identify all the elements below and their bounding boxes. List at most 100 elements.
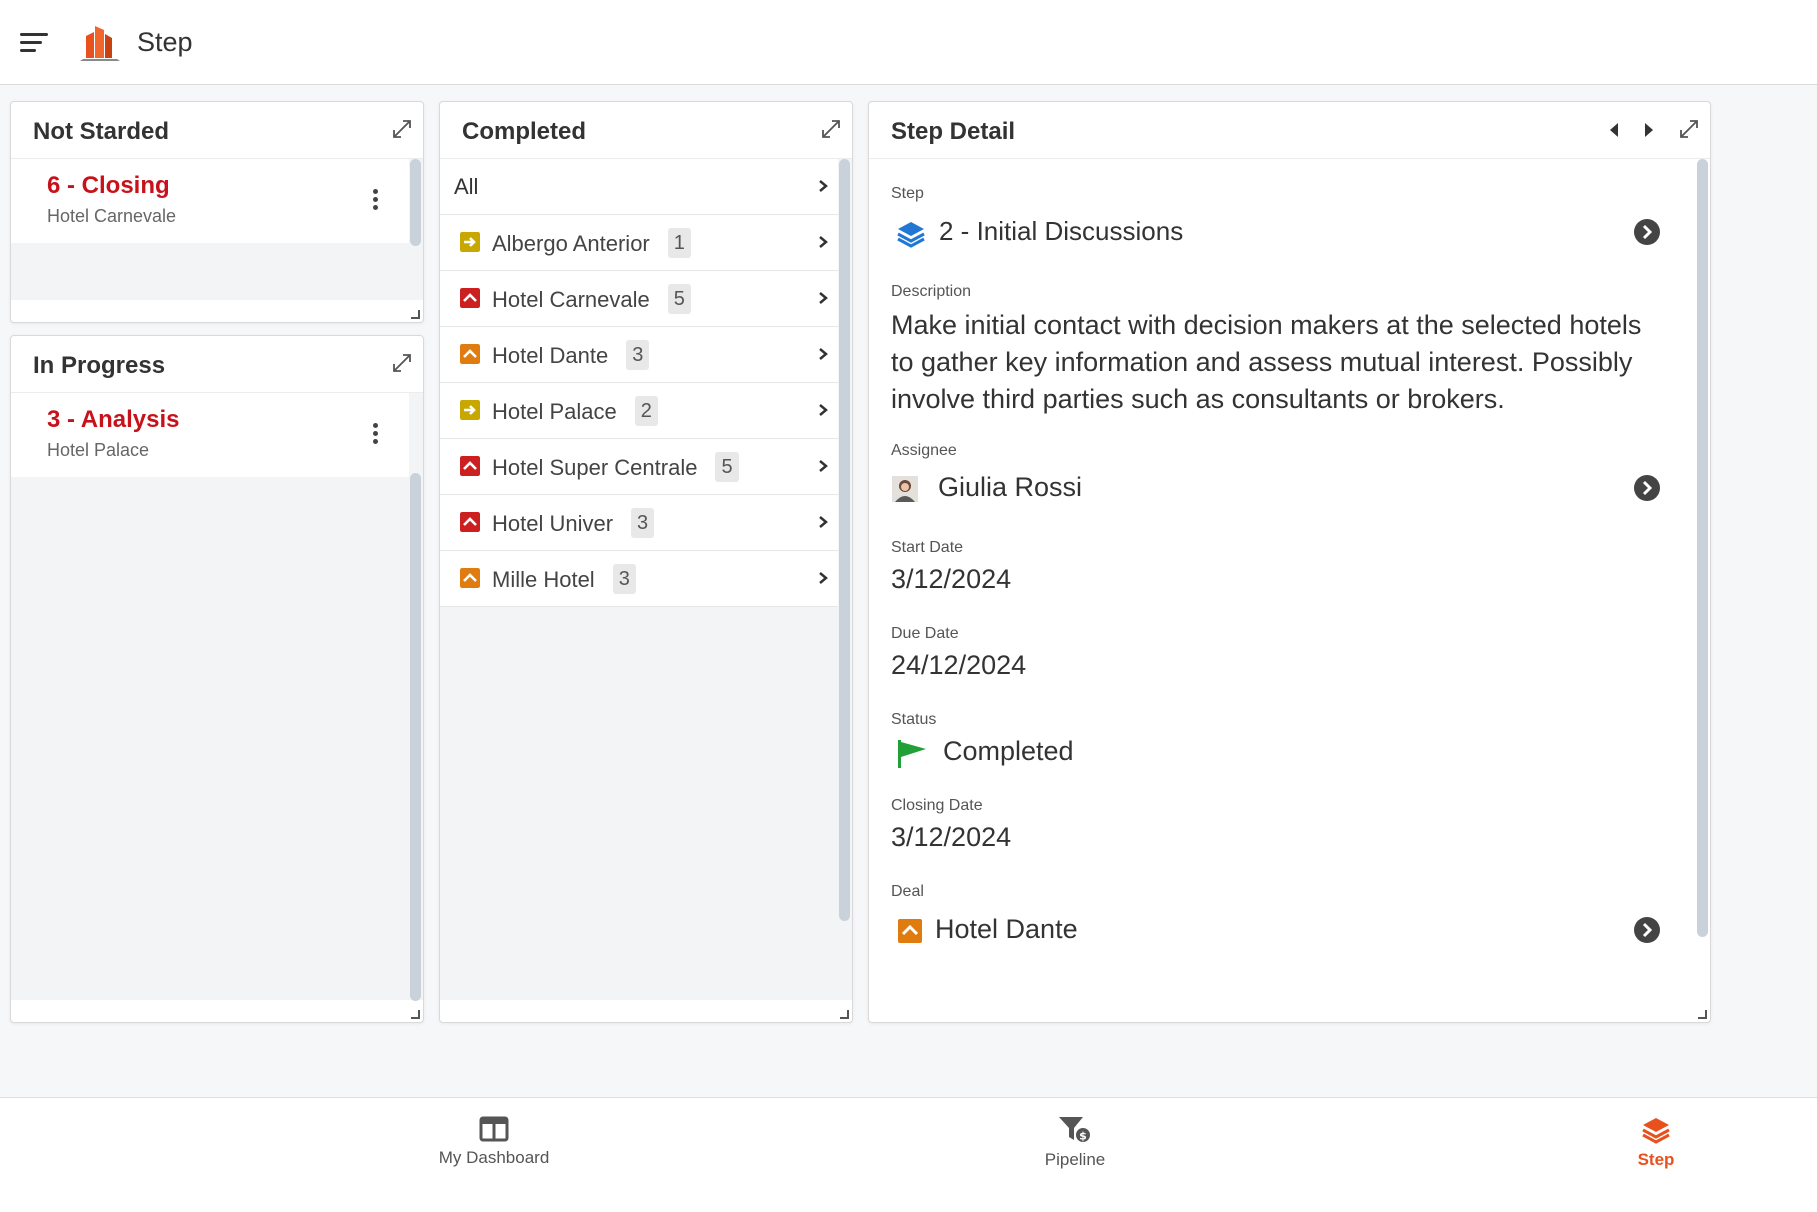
expand-icon[interactable]	[391, 352, 413, 374]
status-value: Completed	[943, 736, 1074, 766]
scrollbar[interactable]	[410, 473, 421, 1001]
scrollbar[interactable]	[839, 159, 850, 921]
completed-panel: Completed All Albergo Anterior 1 Hotel Car…	[439, 101, 853, 1023]
chevron-up-icon	[460, 456, 480, 476]
open-step-icon[interactable]	[1634, 219, 1660, 245]
resize-grip-icon[interactable]	[410, 1009, 420, 1019]
list-item-label: Hotel Super Centrale 5	[492, 452, 739, 484]
next-icon[interactable]	[1643, 122, 1655, 138]
scrollbar[interactable]	[410, 159, 421, 246]
chevron-up-icon	[460, 512, 480, 532]
deal-value: Hotel Dante	[935, 914, 1078, 944]
list-item-name: Hotel Dante	[492, 342, 609, 368]
hamburger-menu-icon[interactable]	[20, 33, 48, 53]
panel-header: Not Starded	[11, 102, 423, 159]
list-item[interactable]: Hotel Super Centrale 5	[440, 439, 838, 495]
expand-icon[interactable]	[1678, 118, 1700, 140]
list-item[interactable]: Hotel Univer 3	[440, 495, 838, 551]
panel-title: Step Detail	[891, 118, 1016, 145]
start-date-value: 3/12/2024	[891, 564, 1012, 594]
list-item-label: Hotel Palace 2	[492, 396, 658, 428]
list-item[interactable]: Mille Hotel 3	[440, 551, 838, 607]
due-date-label: Due Date	[891, 625, 959, 642]
list-item[interactable]: Hotel Carnevale 5	[440, 271, 838, 327]
panel-title: Completed	[462, 118, 587, 145]
more-options-icon[interactable]	[373, 423, 379, 445]
list-item[interactable]: Hotel Dante 3	[440, 327, 838, 383]
list-item-name: Hotel Carnevale	[492, 286, 650, 312]
arrow-right-icon	[460, 232, 480, 252]
panel-title: Not Starded	[33, 118, 170, 145]
layers-icon	[1642, 1118, 1670, 1144]
pipeline-funnel-icon: $	[1059, 1117, 1092, 1144]
chevron-right-icon	[819, 404, 828, 416]
expand-icon[interactable]	[820, 118, 842, 140]
resize-grip-icon[interactable]	[410, 309, 420, 319]
start-date-label: Start Date	[891, 539, 964, 556]
chevron-right-icon	[819, 516, 828, 528]
step-card-subtitle: Hotel Carnevale	[47, 206, 177, 226]
description-label: Description	[891, 283, 972, 300]
top-bar: Step	[0, 0, 1817, 85]
count-badge: 3	[631, 508, 655, 538]
description-value: Make initial contact with decision maker…	[891, 310, 1642, 414]
count-badge: 3	[626, 340, 650, 370]
closing-date-value: 3/12/2024	[891, 822, 1012, 852]
layers-icon	[897, 222, 925, 248]
step-card[interactable]: 3 - Analysis Hotel Palace	[11, 393, 409, 477]
nav-pipeline[interactable]: $ Pipeline	[975, 1116, 1175, 1170]
in-progress-panel: In Progress 3 - Analysis Hotel Palace	[10, 335, 424, 1023]
resize-grip-icon[interactable]	[839, 1009, 849, 1019]
open-deal-icon[interactable]	[1634, 917, 1660, 943]
count-badge: 5	[667, 284, 691, 314]
list-item-name: Albergo Anterior	[492, 230, 650, 256]
chevron-right-icon	[819, 572, 828, 584]
panel-header: In Progress	[11, 336, 423, 393]
assignee-value: Giulia Rossi	[938, 472, 1083, 502]
assignee-label: Assignee	[891, 442, 957, 459]
step-card[interactable]: 6 - Closing Hotel Carnevale	[11, 159, 409, 243]
panel-header: Completed	[440, 102, 852, 159]
panel-title: In Progress	[33, 352, 166, 379]
panel-body: 3 - Analysis Hotel Palace	[11, 393, 423, 1001]
nav-label: My Dashboard	[438, 1148, 550, 1167]
list-item-label: Hotel Carnevale 5	[492, 284, 691, 316]
panel-header: Step Detail	[869, 102, 1710, 159]
nav-my-dashboard[interactable]: My Dashboard	[394, 1116, 594, 1168]
expand-icon[interactable]	[391, 118, 413, 140]
deal-status-icon	[898, 919, 922, 943]
count-badge: 5	[715, 452, 739, 482]
step-card-title: 3 - Analysis	[47, 406, 180, 433]
status-label: Status	[891, 711, 937, 728]
list-item-label: Albergo Anterior 1	[492, 228, 691, 260]
chevron-up-icon	[460, 288, 480, 308]
not-started-panel: Not Starded 6 - Closing Hotel Carnevale	[10, 101, 424, 323]
scrollbar[interactable]	[1697, 159, 1708, 937]
list-item[interactable]: Hotel Palace 2	[440, 383, 838, 439]
arrow-right-icon	[460, 400, 480, 420]
chevron-up-icon	[460, 568, 480, 588]
closing-date-label: Closing Date	[891, 797, 983, 814]
step-value: 2 - Initial Discussions	[939, 216, 1184, 246]
more-options-icon[interactable]	[373, 189, 379, 211]
step-label: Step	[891, 185, 924, 202]
list-item-name: Hotel Super Centrale	[492, 454, 698, 480]
nav-step[interactable]: Step	[1556, 1116, 1756, 1170]
list-item-label: All	[454, 174, 479, 199]
list-item-all[interactable]: All	[440, 159, 838, 215]
count-badge: 1	[667, 228, 691, 258]
list-item-name: Mille Hotel	[492, 566, 595, 592]
bottom-navigation: My Dashboard $ Pipeline Step	[0, 1097, 1817, 1212]
dashboard-icon	[479, 1116, 509, 1142]
previous-icon[interactable]	[1608, 122, 1620, 138]
panel-body: 6 - Closing Hotel Carnevale	[11, 159, 423, 300]
page-title: Step	[137, 27, 193, 57]
deal-label: Deal	[891, 883, 924, 900]
nav-label: Step	[1637, 1150, 1675, 1169]
open-assignee-icon[interactable]	[1634, 475, 1660, 501]
resize-grip-icon[interactable]	[1697, 1009, 1707, 1019]
svg-text:$: $	[1079, 1130, 1087, 1143]
app-logo-icon	[80, 26, 120, 61]
chevron-up-icon	[460, 344, 480, 364]
list-item[interactable]: Albergo Anterior 1	[440, 215, 838, 271]
